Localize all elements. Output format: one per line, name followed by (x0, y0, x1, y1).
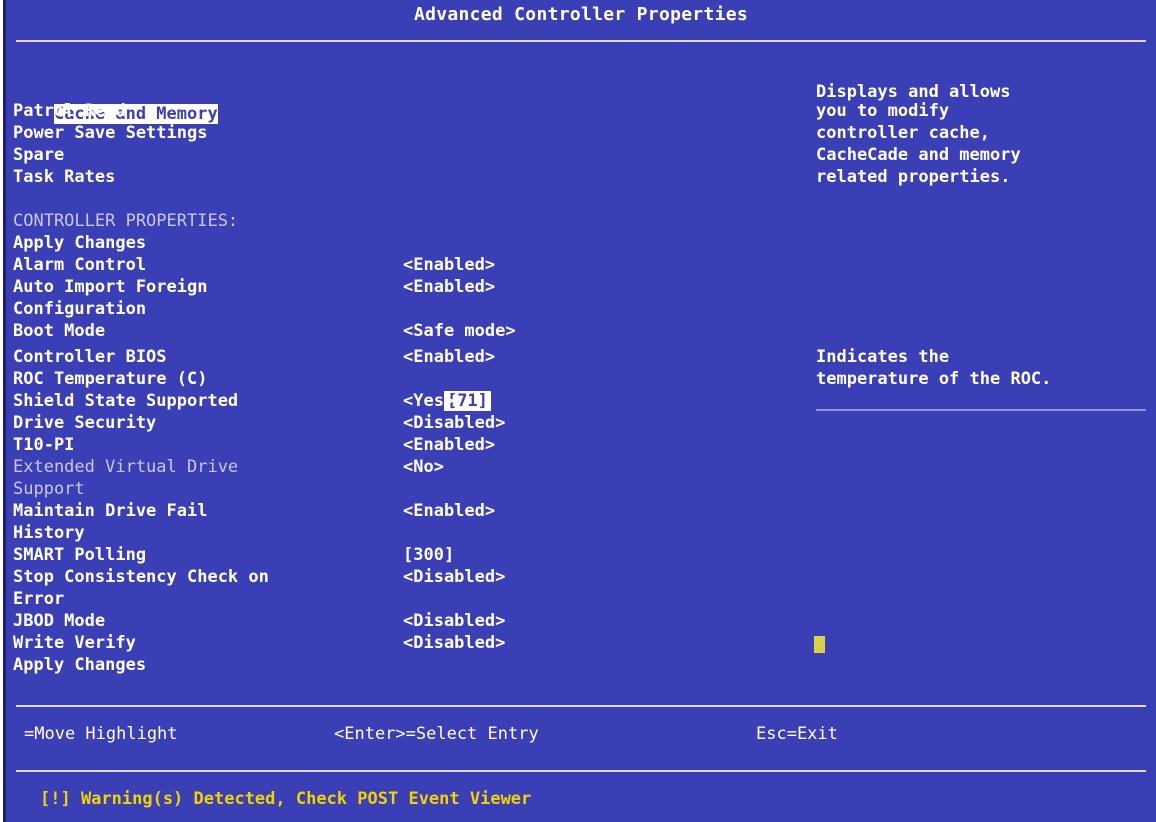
t10-pi-value[interactable]: <Enabled> (403, 434, 495, 456)
menu-item-spare[interactable]: Spare (13, 144, 64, 166)
property-label-continued: History (13, 523, 85, 543)
property-label: T10-PI (13, 435, 75, 455)
move-highlight-hint: =Move Highlight (24, 724, 178, 744)
property-label: Controller BIOS (13, 347, 167, 367)
bios-screen: Advanced Controller Properties Cache and… (3, 0, 1156, 822)
maintain-drive-fail-value[interactable]: <Enabled> (403, 500, 495, 522)
menu-item-power-save-settings[interactable]: Power Save Settings (13, 122, 207, 144)
property-label: Alarm Control (13, 255, 147, 275)
help-text-line: controller cache, (816, 123, 990, 143)
help-ghost-line (816, 409, 1146, 411)
page-title: Advanced Controller Properties (413, 4, 749, 25)
smart-polling-value[interactable]: [300] (403, 544, 454, 566)
apply-changes-link[interactable]: Apply Changes (13, 232, 146, 254)
help-text-line: temperature of the ROC. (816, 369, 1052, 389)
extended-virtual-drive-value: <No> (403, 457, 444, 477)
alarm-control-value[interactable]: <Enabled> (403, 254, 495, 276)
boot-mode-value[interactable]: <Safe mode> (403, 320, 516, 342)
property-label: Shield State Supported (13, 391, 239, 411)
warning-message: [!] Warning(s) Detected, Check POST Even… (40, 789, 532, 809)
property-label-continued: Error (13, 589, 65, 609)
title-divider (16, 40, 1146, 42)
apply-changes-link[interactable]: Apply Changes (13, 654, 146, 676)
footer-divider (16, 770, 1146, 772)
text-cursor (814, 636, 825, 653)
property-label: Maintain Drive Fail (13, 501, 208, 521)
property-label: SMART Polling (13, 545, 147, 565)
property-label: ROC Temperature (C) (13, 369, 208, 389)
write-verify-value[interactable]: <Disabled> (403, 632, 505, 654)
menu-item-task-rates[interactable]: Task Rates (13, 166, 115, 188)
controller-bios-value[interactable]: <Enabled> (403, 346, 495, 368)
property-label: Drive Security (13, 413, 157, 433)
property-label: Write Verify (13, 633, 136, 653)
menu-item-patrol-read[interactable]: Patrol Read (13, 100, 126, 122)
section-header: CONTROLLER PROPERTIES: (13, 211, 239, 231)
property-label: Auto Import Foreign (13, 277, 208, 297)
help-text-line: CacheCade and memory (816, 145, 1021, 165)
shield-state-value[interactable]: <Yes> (403, 390, 454, 412)
drive-security-value[interactable]: <Disabled> (403, 412, 505, 434)
footer-divider (16, 705, 1146, 707)
stop-consistency-check-value[interactable]: <Disabled> (403, 566, 505, 588)
jbod-mode-value[interactable]: <Disabled> (403, 610, 505, 632)
help-text-line: Indicates the (816, 347, 950, 367)
auto-import-foreign-value[interactable]: <Enabled> (403, 276, 495, 298)
property-label: JBOD Mode (13, 611, 106, 631)
select-entry-hint: <Enter>=Select Entry (334, 724, 539, 744)
exit-hint: Esc=Exit (756, 724, 838, 744)
property-label: Extended Virtual Drive (13, 457, 239, 477)
help-text-line: you to modify (816, 101, 950, 121)
help-text-line: related properties. (816, 167, 1011, 187)
property-label: Stop Consistency Check on (13, 567, 269, 587)
property-label-continued: Support (13, 479, 85, 499)
property-label-continued: Configuration (13, 299, 147, 319)
property-label: Boot Mode (13, 321, 106, 341)
